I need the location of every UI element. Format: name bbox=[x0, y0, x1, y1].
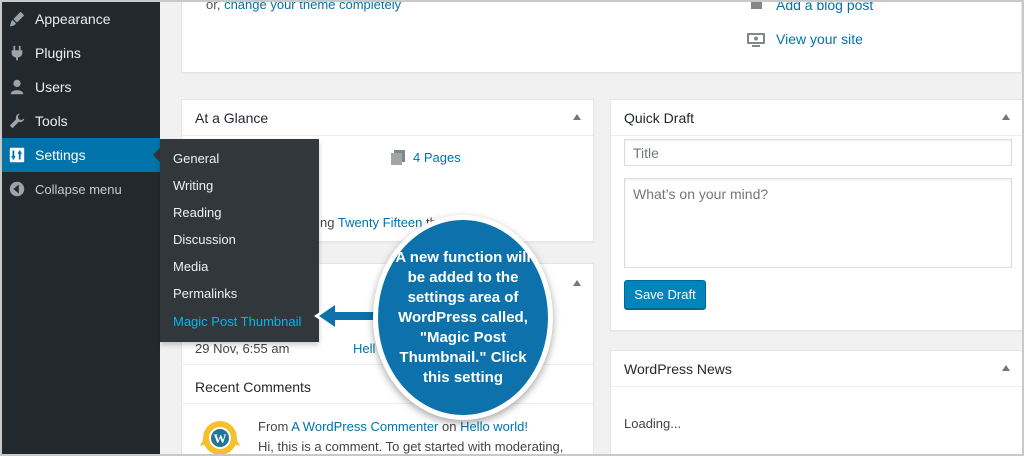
panel-title: At a Glance bbox=[195, 109, 269, 126]
callout-text: A new function will be added to the sett… bbox=[395, 248, 531, 386]
wordpress-news-header[interactable]: WordPress News bbox=[611, 351, 1022, 387]
sidebar-item-label: Users bbox=[35, 79, 72, 95]
wordpress-news-panel: WordPress News Loading... bbox=[610, 350, 1023, 456]
activity-post-link[interactable]: Hell bbox=[353, 341, 375, 356]
draft-title-input[interactable] bbox=[624, 139, 1012, 166]
paintbrush-icon bbox=[9, 11, 25, 27]
comment-excerpt: Hi, this is a comment. To get started wi… bbox=[258, 439, 564, 454]
change-theme-link[interactable]: change your theme completely bbox=[224, 0, 401, 12]
collapse-arrow-icon bbox=[9, 181, 25, 197]
sidebar-item-label: Settings bbox=[35, 147, 86, 163]
submenu-item-media[interactable]: Media bbox=[173, 259, 208, 274]
panel-title: Quick Draft bbox=[624, 109, 695, 126]
commenter-link[interactable]: A WordPress Commenter bbox=[291, 419, 438, 434]
edit-page-icon bbox=[751, 0, 762, 9]
callout-arrow bbox=[314, 300, 380, 332]
svg-text:W: W bbox=[214, 431, 227, 446]
quick-draft-panel: Quick Draft Save Draft bbox=[610, 99, 1023, 331]
settings-submenu: General Writing Reading Discussion Media… bbox=[160, 139, 319, 342]
theme-change-line: or, change your theme completely bbox=[206, 0, 401, 12]
sidebar-item-plugins[interactable]: Plugins bbox=[0, 36, 160, 70]
submenu-item-writing[interactable]: Writing bbox=[173, 178, 213, 193]
comment-post-link[interactable]: Hello world! bbox=[460, 419, 528, 434]
sidebar-item-users[interactable]: Users bbox=[0, 70, 160, 104]
comment-meta: From A WordPress Commenter on Hello worl… bbox=[258, 419, 528, 434]
submenu-item-magic-post-thumbnail[interactable]: Magic Post Thumbnail bbox=[173, 314, 301, 329]
quick-draft-header[interactable]: Quick Draft bbox=[611, 100, 1022, 136]
collapse-menu-label: Collapse menu bbox=[35, 181, 122, 197]
submenu-item-general[interactable]: General bbox=[173, 151, 219, 166]
sidebar-item-appearance[interactable]: Appearance bbox=[0, 2, 160, 36]
save-draft-button[interactable]: Save Draft bbox=[624, 280, 706, 309]
annotation-callout: A new function will be added to the sett… bbox=[373, 215, 553, 420]
theme-link[interactable]: Twenty Fifteen bbox=[338, 215, 423, 230]
sidebar-item-label: Plugins bbox=[35, 45, 81, 61]
users-icon bbox=[10, 79, 24, 95]
pages-icon bbox=[391, 150, 405, 165]
sidebar-item-tools[interactable]: Tools bbox=[0, 104, 160, 138]
toggle-arrow-icon[interactable] bbox=[1002, 365, 1010, 371]
toggle-arrow-icon[interactable] bbox=[1002, 114, 1010, 120]
recent-comments-heading: Recent Comments bbox=[195, 379, 311, 395]
submenu-item-permalinks[interactable]: Permalinks bbox=[173, 286, 237, 301]
view-site-icon bbox=[747, 33, 765, 47]
collapse-menu-button[interactable]: Collapse menu bbox=[0, 172, 160, 206]
submenu-item-discussion[interactable]: Discussion bbox=[173, 232, 236, 247]
welcome-panel: or, change your theme completely Add a b… bbox=[181, 0, 1022, 73]
toggle-arrow-icon[interactable] bbox=[573, 114, 581, 120]
draft-content-textarea[interactable] bbox=[624, 178, 1012, 268]
at-a-glance-header[interactable]: At a Glance bbox=[182, 100, 593, 136]
plug-icon bbox=[11, 45, 23, 61]
view-site-link[interactable]: View your site bbox=[776, 31, 863, 47]
pages-count-link[interactable]: 4 Pages bbox=[413, 150, 461, 165]
activity-date: 29 Nov, 6:55 am bbox=[195, 341, 290, 356]
wrench-icon bbox=[9, 113, 25, 129]
submenu-item-reading[interactable]: Reading bbox=[173, 205, 221, 220]
commenter-avatar: W bbox=[200, 421, 240, 455]
sidebar-item-label: Appearance bbox=[35, 11, 111, 27]
news-loading-text: Loading... bbox=[624, 416, 682, 431]
divider bbox=[182, 403, 593, 404]
panel-title: WordPress News bbox=[624, 360, 732, 377]
add-blog-post-link[interactable]: Add a blog post bbox=[776, 0, 873, 13]
settings-icon bbox=[9, 147, 25, 163]
admin-sidebar: Appearance Plugins Users Tools Settings bbox=[0, 0, 161, 456]
toggle-arrow-icon[interactable] bbox=[573, 280, 581, 286]
sidebar-item-label: Tools bbox=[35, 113, 68, 129]
sidebar-item-settings[interactable]: Settings bbox=[0, 138, 161, 172]
